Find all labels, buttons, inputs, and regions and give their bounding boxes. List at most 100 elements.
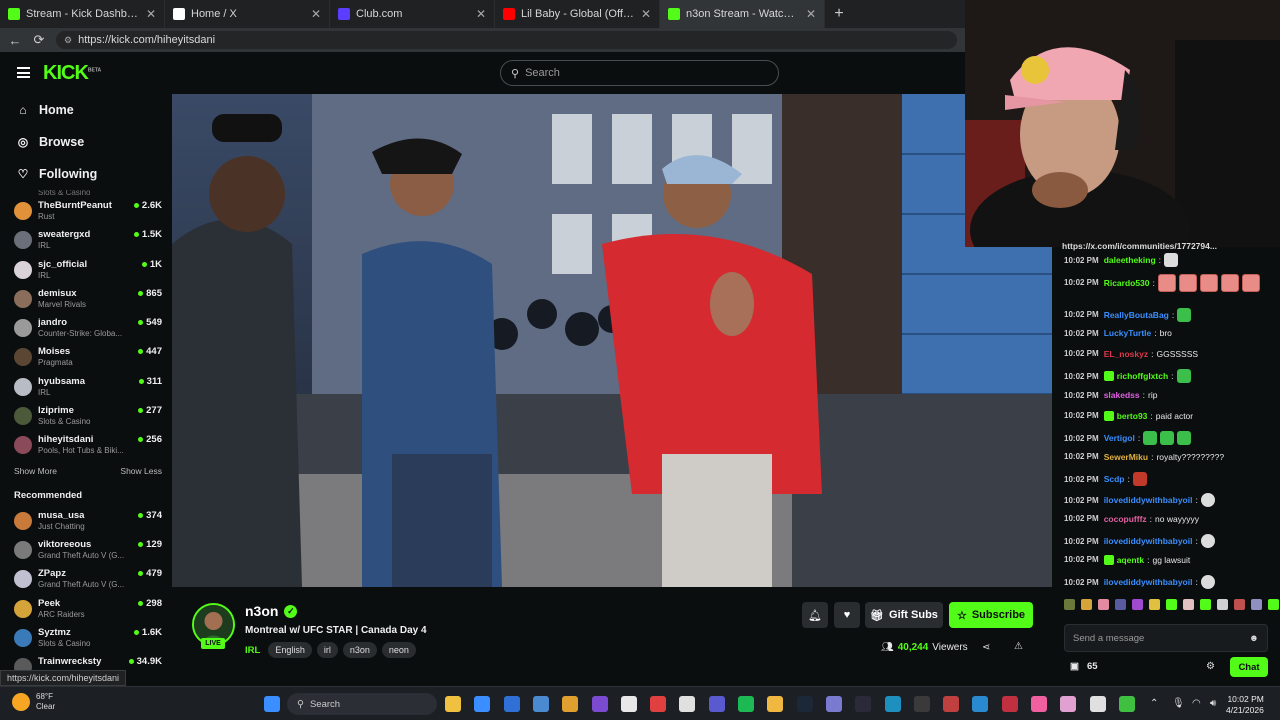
emote-icon[interactable] (1149, 599, 1160, 610)
channel-item[interactable]: ZPapz Grand Theft Auto V (G... 479 (0, 564, 172, 593)
chat-username[interactable]: ReallyBoutaBag (1104, 310, 1169, 320)
file-explorer-icon[interactable] (445, 696, 461, 712)
volume-icon[interactable]: 🔊︎ (1210, 698, 1216, 709)
chat-username[interactable]: Ricardo530 (1104, 278, 1150, 288)
channel-item[interactable]: viktoreeous Grand Theft Auto V (G... 129 (0, 535, 172, 564)
close-tab-icon[interactable]: ✕ (311, 7, 321, 21)
pinned-link[interactable]: https://x.com/i/communities/1772794... (1062, 241, 1272, 251)
share-icon[interactable]: ⋖ (982, 642, 990, 653)
chrome-icon[interactable] (503, 696, 520, 712)
app-icon[interactable] (884, 696, 901, 712)
emote-icon[interactable] (1166, 599, 1177, 610)
edge-icon[interactable] (474, 696, 491, 712)
close-tab-icon[interactable]: ✕ (476, 7, 486, 21)
notifications-button[interactable]: 🔔︎ (802, 602, 828, 628)
menu-icon[interactable] (17, 67, 30, 78)
notepad-icon[interactable] (1118, 696, 1135, 712)
settings-icon[interactable]: ⚙ (1206, 661, 1215, 672)
emote-icon[interactable] (1251, 599, 1262, 610)
emote-icon[interactable] (1064, 599, 1075, 610)
chat-username[interactable]: berto93 (1117, 411, 1148, 421)
new-tab-icon[interactable]: + (825, 5, 853, 23)
back-icon[interactable]: ← (8, 33, 22, 48)
emoji-icon[interactable]: ☻ (1249, 633, 1259, 644)
follow-button[interactable]: ♥ (834, 602, 860, 628)
video-player[interactable] (172, 94, 1052, 587)
stream-tag[interactable]: English (268, 642, 312, 658)
browser-tab[interactable]: Club.com ✕ (330, 0, 495, 28)
channel-item[interactable]: hiheyitsdani Pools, Hot Tubs & Biki... 256 (0, 430, 172, 459)
obs-icon[interactable] (855, 696, 872, 712)
chat-username[interactable]: EL_noskyz (1104, 349, 1148, 359)
clock[interactable]: 10:02 PM 4/21/2026 (1226, 694, 1264, 716)
emote-icon[interactable] (1081, 599, 1092, 610)
show-more-button[interactable]: Show More (14, 466, 57, 482)
app-icon[interactable] (1060, 696, 1077, 712)
channel-points[interactable]: ▣ 65 (1070, 661, 1098, 672)
steam-icon[interactable] (796, 696, 813, 712)
browser-tab[interactable]: Stream - Kick Dashboard ✕ (0, 0, 165, 28)
browser-tab[interactable]: n3on Stream - Watch Live on ✕ (660, 0, 825, 28)
channel-item[interactable]: Peek ARC Raiders 298 (0, 594, 172, 623)
message-input[interactable]: Send a message ☻ (1064, 624, 1268, 652)
sidebar-nav-browse[interactable]: ◎ Browse (0, 126, 172, 158)
channel-item[interactable]: sweatergxd IRL 1.5K (0, 225, 172, 254)
chat-username[interactable]: ilovediddywithbabyoil (1104, 536, 1193, 546)
app-icon[interactable] (1001, 696, 1018, 712)
emote-icon[interactable] (1268, 599, 1279, 610)
discord-icon[interactable] (708, 696, 725, 712)
url-field[interactable]: ⚙ https://kick.com/hiheyitsdani (56, 31, 957, 49)
app-icon[interactable] (1089, 696, 1106, 712)
search-input[interactable]: ⚲ Search (500, 60, 779, 86)
sidebar-nav-following[interactable]: ♡ Following (0, 158, 172, 190)
app-icon[interactable] (825, 696, 842, 712)
channel-item[interactable]: TheBurntPeanut Rust 2.6K (0, 196, 172, 225)
stream-tag[interactable]: irl (316, 642, 338, 658)
kick-logo[interactable]: KICKBETA (43, 62, 101, 85)
channel-item[interactable]: lziprime Slots & Casino 277 (0, 401, 172, 430)
close-tab-icon[interactable]: ✕ (641, 7, 651, 21)
chat-send-button[interactable]: Chat (1230, 657, 1268, 677)
taskbar-search[interactable]: ⚲ Search (287, 693, 437, 715)
wifi-icon[interactable]: ◠ (1192, 698, 1201, 709)
chat-username[interactable]: ilovediddywithbabyoil (1104, 577, 1193, 587)
chat-username[interactable]: daleetheking (1104, 255, 1156, 265)
category-link[interactable]: IRL (245, 645, 260, 656)
weather-widget[interactable]: 68°F Clear (12, 692, 55, 712)
tray-chevron-icon[interactable]: ⌃ (1150, 698, 1158, 709)
close-tab-icon[interactable]: ✕ (806, 7, 816, 21)
folder-icon[interactable] (767, 696, 784, 712)
terminal-icon[interactable] (913, 696, 930, 712)
fx-icon[interactable] (972, 696, 989, 712)
stream-tag[interactable]: n3on (342, 642, 377, 658)
channel-item[interactable]: musa_usa Just Chatting 374 (0, 506, 172, 535)
emote-icon[interactable] (1200, 599, 1211, 610)
browser-tab[interactable]: Lil Baby - Global (Official Mus ✕ (495, 0, 660, 28)
close-tab-icon[interactable]: ✕ (146, 7, 156, 21)
chat-username[interactable]: SewerMiku (1104, 452, 1148, 462)
reload-icon[interactable]: ⟳ (32, 32, 46, 48)
chat-username[interactable]: Vertigol (1104, 433, 1135, 443)
sidebar-nav-home[interactable]: ⌂ Home (0, 94, 172, 126)
show-less-button[interactable]: Show Less (120, 466, 162, 482)
chat-username[interactable]: Scdp (1104, 474, 1125, 484)
site-info-icon[interactable]: ⚙ (64, 35, 72, 46)
browser-tab[interactable]: Home / X ✕ (165, 0, 330, 28)
channel-item[interactable]: sjc_official IRL 1K (0, 255, 172, 284)
firefox-icon[interactable] (562, 696, 579, 712)
channel-item[interactable]: jandro Counter-Strike: Globa... 549 (0, 313, 172, 342)
emote-icon[interactable] (1115, 599, 1126, 610)
report-icon[interactable]: ⚠ (1014, 641, 1023, 652)
channel-item[interactable]: demisux Marvel Rivals 865 (0, 284, 172, 313)
start-icon[interactable] (264, 696, 280, 712)
emote-icon[interactable] (1183, 599, 1194, 610)
gift-subs-button[interactable]: 🎁︎ Gift Subs (865, 602, 943, 628)
chat-username[interactable]: richoffglxtch (1117, 371, 1168, 381)
app-icon[interactable] (620, 696, 637, 712)
discord-icon[interactable] (591, 696, 608, 712)
stream-tag[interactable]: neon (381, 642, 416, 658)
emote-icon[interactable] (1098, 599, 1109, 610)
emote-icon[interactable] (1132, 599, 1143, 610)
itunes-icon[interactable] (679, 696, 696, 712)
app-icon[interactable] (943, 696, 960, 712)
